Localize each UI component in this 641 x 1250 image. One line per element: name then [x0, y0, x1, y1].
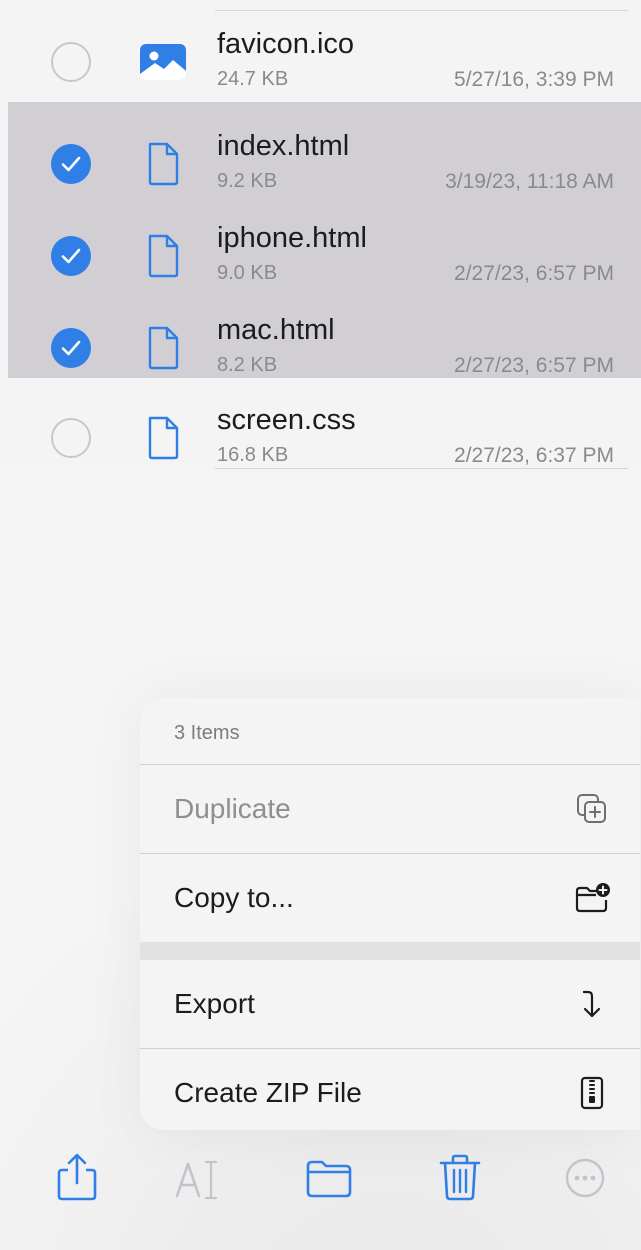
checkmark-icon [61, 340, 81, 356]
checkmark-icon [61, 248, 81, 264]
file-row-mac[interactable]: mac.html 8.2 KB 2/27/23, 6:57 PM [8, 286, 641, 378]
divider [215, 468, 628, 469]
file-row-screen[interactable]: screen.css 16.8 KB 2/27/23, 6:37 PM [0, 376, 641, 469]
selection-checkmark[interactable] [51, 328, 91, 368]
checkmark-icon [61, 156, 81, 172]
duplicate-icon [577, 794, 606, 823]
menu-item-duplicate[interactable]: Duplicate [140, 764, 640, 853]
more-icon [565, 1158, 605, 1198]
selection-checkmark[interactable] [51, 144, 91, 184]
file-date: 2/27/23, 6:57 PM [454, 262, 614, 285]
menu-separator [140, 942, 640, 960]
share-icon[interactable] [52, 1150, 102, 1204]
bottom-toolbar [0, 1140, 641, 1220]
selection-radio[interactable] [51, 418, 91, 458]
menu-item-export[interactable]: Export [140, 960, 640, 1048]
selection-radio[interactable] [51, 42, 91, 82]
document-icon [148, 326, 179, 370]
menu-item-label: Copy to... [174, 882, 294, 913]
file-name: mac.html [217, 314, 335, 346]
file-row-iphone[interactable]: iphone.html 9.0 KB 2/27/23, 6:57 PM [8, 194, 641, 286]
image-file-icon [140, 44, 186, 80]
selection-checkmark[interactable] [51, 236, 91, 276]
menu-item-label: Export [174, 988, 255, 1019]
rename-icon [175, 1160, 218, 1200]
file-date: 5/27/16, 3:39 PM [454, 68, 614, 91]
document-icon [148, 234, 179, 278]
file-size: 9.0 KB [217, 262, 278, 284]
file-name: favicon.ico [217, 28, 355, 60]
menu-item-label: Duplicate [174, 793, 291, 824]
trash-icon[interactable] [435, 1150, 485, 1204]
document-icon [148, 416, 179, 460]
menu-item-copy-to[interactable]: Copy to... [140, 853, 640, 942]
menu-item-label: Create ZIP File [174, 1077, 362, 1108]
file-size: 16.8 KB [217, 444, 289, 466]
menu-header: 3 Items [140, 698, 640, 764]
file-name: index.html [217, 130, 350, 162]
zip-file-icon [580, 1076, 604, 1110]
file-name: screen.css [217, 404, 356, 436]
document-icon [148, 142, 179, 186]
selection-count: 3 Items [174, 722, 240, 744]
file-row-index[interactable]: index.html 9.2 KB 3/19/23, 11:18 AM [8, 102, 641, 194]
file-row-favicon[interactable]: favicon.ico 24.7 KB 5/27/16, 3:39 PM [0, 0, 641, 92]
export-arrow-icon [582, 990, 601, 1018]
file-date: 3/19/23, 11:18 AM [445, 170, 614, 193]
file-size: 9.2 KB [217, 170, 278, 192]
folder-icon[interactable] [304, 1150, 354, 1204]
file-date: 2/27/23, 6:57 PM [454, 354, 614, 377]
folder-add-icon [575, 883, 610, 913]
file-date: 2/27/23, 6:37 PM [454, 444, 614, 467]
file-size: 24.7 KB [217, 68, 289, 90]
menu-item-create-zip[interactable]: Create ZIP File [140, 1048, 640, 1130]
context-menu: 3 Items Duplicate Copy to... Export Crea… [140, 698, 640, 1130]
file-size: 8.2 KB [217, 354, 278, 376]
file-name: iphone.html [217, 222, 367, 254]
